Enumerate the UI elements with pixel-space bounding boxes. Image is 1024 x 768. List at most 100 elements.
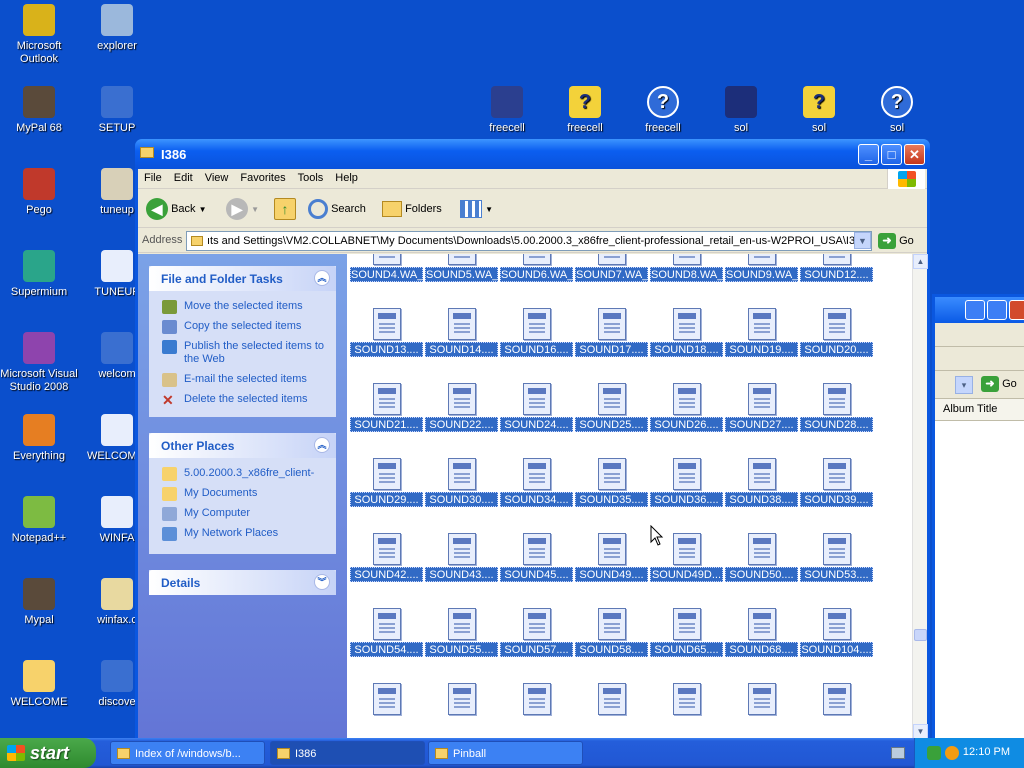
- file-item[interactable]: SOUND19....: [725, 298, 798, 368]
- file-item[interactable]: [500, 673, 573, 739]
- file-item[interactable]: SOUND20....: [800, 298, 873, 368]
- task-link[interactable]: E-mail the selected items: [149, 373, 336, 387]
- scroll-thumb[interactable]: [914, 629, 927, 641]
- file-item[interactable]: SOUND42....: [350, 523, 423, 593]
- file-item[interactable]: SOUND55....: [425, 598, 498, 668]
- file-item[interactable]: SOUND4.WA_: [350, 254, 423, 293]
- file-folder-tasks-header[interactable]: File and Folder Tasks ︽: [149, 266, 336, 291]
- file-item[interactable]: SOUND54....: [350, 598, 423, 668]
- scroll-down-button[interactable]: ▼: [913, 724, 928, 739]
- chevron-up-icon[interactable]: ︽: [314, 437, 330, 453]
- background-window-titlebar[interactable]: [935, 297, 1024, 323]
- task-link[interactable]: Move the selected items: [149, 300, 336, 314]
- clock[interactable]: 12:10 PM: [963, 746, 1010, 758]
- task-index-of-windows[interactable]: Index of /windows/b...: [110, 741, 265, 765]
- file-item[interactable]: SOUND45....: [500, 523, 573, 593]
- desktop-icon-welcome-folder[interactable]: WELCOME: [0, 660, 78, 709]
- search-button[interactable]: Search: [308, 198, 366, 222]
- menu-edit[interactable]: Edit: [168, 169, 199, 184]
- menu-file[interactable]: File: [138, 169, 168, 184]
- file-item[interactable]: SOUND34....: [500, 448, 573, 518]
- up-folder-button[interactable]: ↑: [274, 198, 296, 222]
- file-item[interactable]: [725, 673, 798, 739]
- file-item[interactable]: SOUND53....: [800, 523, 873, 593]
- file-item[interactable]: SOUND7.WA_: [575, 254, 648, 293]
- address-input[interactable]: ıts and Settings\VM2.COLLABNET\My Docume…: [186, 231, 872, 251]
- address-dropdown-button[interactable]: ▾: [955, 376, 973, 394]
- menu-tools[interactable]: Tools: [292, 169, 330, 184]
- desktop-icon-freecell-1[interactable]: freecell: [468, 86, 546, 135]
- file-item[interactable]: SOUND5.WA_: [425, 254, 498, 293]
- back-button[interactable]: ◀ Back ▼: [146, 198, 207, 222]
- file-item[interactable]: [650, 673, 723, 739]
- task-link[interactable]: Publish the selected items to the Web: [149, 340, 336, 366]
- views-button[interactable]: ▼: [460, 198, 493, 222]
- desktop-icon-freecell-3[interactable]: ? freecell: [624, 86, 702, 135]
- file-item[interactable]: SOUND38....: [725, 448, 798, 518]
- background-go-button[interactable]: ➜ Go: [981, 376, 1017, 392]
- file-list-view[interactable]: SOUND4.WA_ SOUND5.WA_ SOUND6.WA_ SOUND7.WA_…: [347, 254, 912, 739]
- file-item[interactable]: SOUND65....: [650, 598, 723, 668]
- details-header[interactable]: Details ︾: [149, 570, 336, 595]
- file-item[interactable]: SOUND16....: [500, 298, 573, 368]
- go-button[interactable]: ➜ Go: [878, 232, 914, 250]
- file-item[interactable]: SOUND27....: [725, 373, 798, 443]
- close-button[interactable]: [1009, 300, 1024, 320]
- address-dropdown-button[interactable]: ▼: [854, 232, 871, 249]
- column-header-album-title[interactable]: Album Title: [935, 399, 1024, 421]
- scroll-up-button[interactable]: ▲: [913, 254, 928, 269]
- folders-button[interactable]: Folders: [382, 198, 442, 222]
- task-link[interactable]: Copy the selected items: [149, 320, 336, 334]
- minimize-button[interactable]: [965, 300, 985, 320]
- desktop-icon-sol-1[interactable]: sol: [702, 86, 780, 135]
- file-item[interactable]: SOUND68....: [725, 598, 798, 668]
- file-item[interactable]: SOUND24....: [500, 373, 573, 443]
- file-item[interactable]: SOUND50....: [725, 523, 798, 593]
- maximize-button[interactable]: [987, 300, 1007, 320]
- file-item[interactable]: SOUND35....: [575, 448, 648, 518]
- file-item[interactable]: SOUND49....: [575, 523, 648, 593]
- task-link[interactable]: 5.00.2000.3_x86fre_client-: [149, 467, 336, 481]
- file-item[interactable]: SOUND22....: [425, 373, 498, 443]
- minimize-button[interactable]: _: [858, 144, 879, 165]
- menu-view[interactable]: View: [199, 169, 235, 184]
- file-item[interactable]: [350, 673, 423, 739]
- desktop-icon-everything[interactable]: Everything: [0, 414, 78, 463]
- desktop-icon-microsoft-outlook[interactable]: Microsoft Outlook: [0, 4, 78, 66]
- keyboard-icon[interactable]: [891, 747, 905, 759]
- desktop-icon-explorer[interactable]: explorer: [78, 4, 156, 53]
- desktop-icon-mypal-68[interactable]: MyPal 68: [0, 86, 78, 135]
- file-item[interactable]: SOUND17....: [575, 298, 648, 368]
- close-button[interactable]: ✕: [904, 144, 925, 165]
- task-pinball[interactable]: Pinball: [428, 741, 583, 765]
- file-item[interactable]: SOUND8.WA_: [650, 254, 723, 293]
- chevron-down-icon[interactable]: ︾: [314, 574, 330, 590]
- file-item[interactable]: SOUND57....: [500, 598, 573, 668]
- start-button[interactable]: start: [0, 738, 96, 768]
- desktop-icon-sol-3[interactable]: ? sol: [858, 86, 936, 135]
- task-i386[interactable]: I386: [270, 741, 425, 765]
- desktop-icon-supermium[interactable]: Supermium: [0, 250, 78, 299]
- file-item[interactable]: SOUND26....: [650, 373, 723, 443]
- file-item[interactable]: SOUND28....: [800, 373, 873, 443]
- file-item[interactable]: SOUND39....: [800, 448, 873, 518]
- file-item[interactable]: [575, 673, 648, 739]
- file-item[interactable]: SOUND14....: [425, 298, 498, 368]
- file-item[interactable]: SOUND18....: [650, 298, 723, 368]
- desktop-icon-pego[interactable]: Pego: [0, 168, 78, 217]
- file-item[interactable]: SOUND43....: [425, 523, 498, 593]
- file-item[interactable]: SOUND13....: [350, 298, 423, 368]
- file-item[interactable]: SOUND29....: [350, 448, 423, 518]
- other-places-header[interactable]: Other Places ︽: [149, 433, 336, 458]
- file-item[interactable]: [800, 673, 873, 739]
- desktop-icon-setup[interactable]: SETUP: [78, 86, 156, 135]
- file-item[interactable]: [425, 673, 498, 739]
- file-item[interactable]: SOUND30....: [425, 448, 498, 518]
- file-item[interactable]: SOUND6.WA_: [500, 254, 573, 293]
- desktop-icon-notepad-plus-plus[interactable]: Notepad++: [0, 496, 78, 545]
- desktop-icon-sol-2[interactable]: ? sol: [780, 86, 858, 135]
- menu-help[interactable]: Help: [329, 169, 364, 184]
- window-titlebar[interactable]: I386 _ □ ✕: [135, 139, 930, 169]
- task-link[interactable]: My Network Places: [149, 527, 336, 541]
- file-item[interactable]: SOUND58....: [575, 598, 648, 668]
